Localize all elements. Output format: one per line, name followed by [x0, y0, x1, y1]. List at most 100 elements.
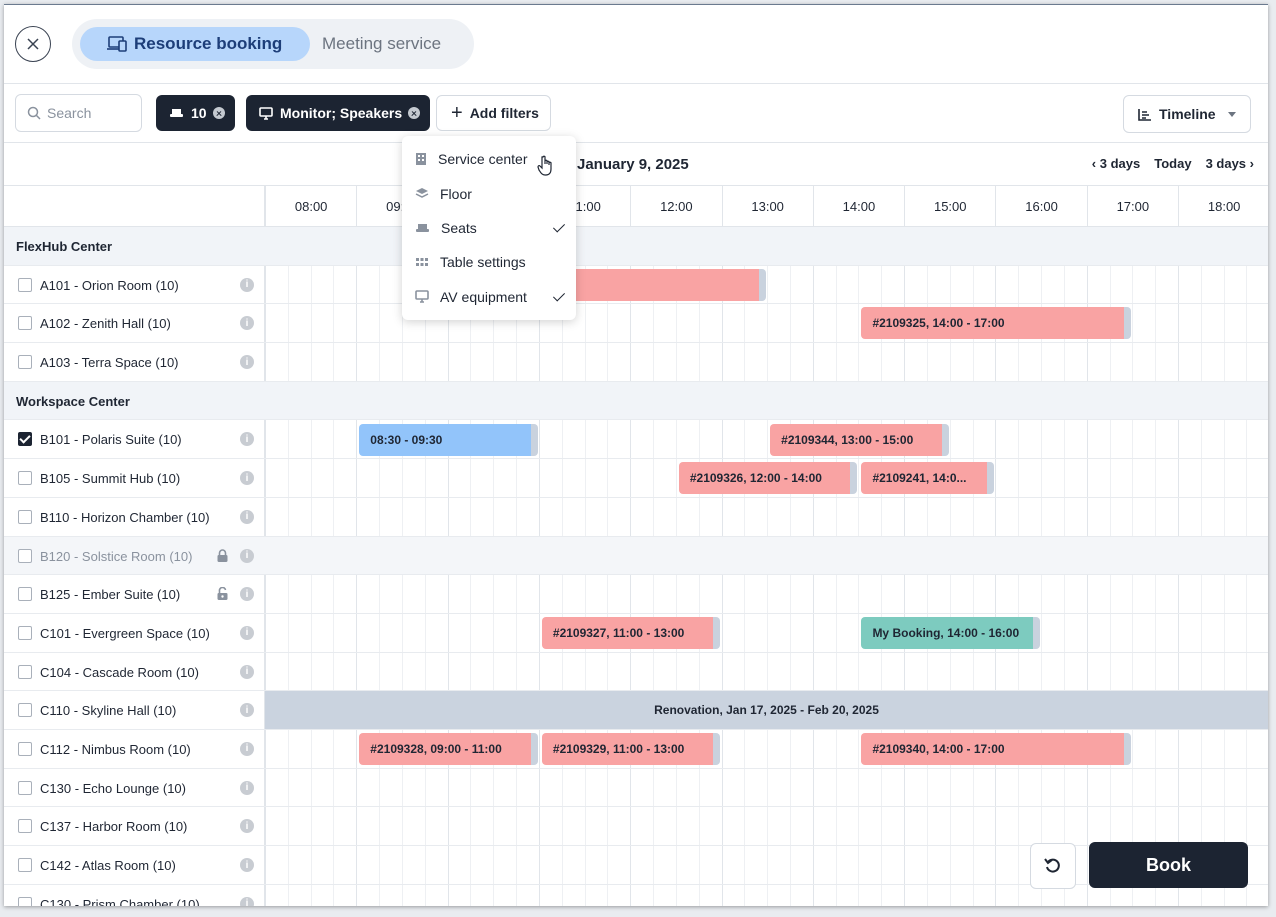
info-icon[interactable]: i	[240, 780, 254, 795]
resource-checkbox[interactable]	[18, 896, 32, 906]
resource-checkbox[interactable]	[18, 858, 32, 872]
resource-row[interactable]: C130 - Prism Chamber (10) i	[4, 885, 1268, 906]
resource-label: A101 - Orion Room (10)	[40, 277, 179, 293]
resource-checkbox[interactable]	[18, 780, 32, 795]
resource-label: C142 - Atlas Room (10)	[40, 858, 176, 873]
info-icon[interactable]: i	[240, 509, 254, 524]
booking-block[interactable]: #2109325, 14:00 - 17:00	[861, 307, 1132, 340]
booking-block[interactable]: 08:30 - 09:30	[359, 423, 538, 456]
dropdown-item-label: Seats	[441, 219, 477, 236]
info-icon[interactable]: i	[240, 471, 254, 486]
hand-cursor-icon	[537, 155, 552, 176]
resource-checkbox[interactable]	[18, 316, 32, 331]
chip-label: 10	[191, 105, 207, 121]
info-icon[interactable]: i	[240, 741, 254, 756]
booking-block[interactable]: #2109344, 13:00 - 15:00	[770, 423, 949, 456]
add-filters-button[interactable]: + Add filters	[436, 95, 551, 131]
resource-checkbox[interactable]	[18, 625, 32, 640]
resource-checkbox[interactable]	[18, 819, 32, 834]
book-button[interactable]: Book	[1089, 842, 1248, 888]
resource-row[interactable]: B110 - Horizon Chamber (10) i	[4, 498, 1268, 537]
booking-block[interactable]: #2109327, 11:00 - 13:00	[541, 617, 721, 649]
booking-block[interactable]: #2109326, 12:00 - 14:00	[678, 462, 858, 495]
current-date: January 9, 2025	[577, 156, 689, 173]
resource-checkbox[interactable]	[18, 548, 32, 563]
resource-checkbox[interactable]	[18, 741, 32, 756]
filter-chip-seats[interactable]: 10	[156, 95, 235, 131]
remove-chip-icon[interactable]	[408, 107, 421, 119]
hour-label: 14:00	[812, 186, 904, 227]
booking-block[interactable]: My Booking, 14:00 - 16:00	[861, 617, 1041, 649]
unlock-icon	[217, 587, 228, 601]
prev-range-button[interactable]: ‹ 3 days	[1092, 156, 1140, 171]
booking-block[interactable]: #2109329, 11:00 - 13:00	[541, 733, 721, 766]
resource-label: C104 - Cascade Room (10)	[40, 664, 199, 680]
dropdown-item[interactable]: Floor	[402, 176, 576, 210]
search-input[interactable]: Search	[15, 94, 142, 132]
resource-checkbox[interactable]	[18, 277, 32, 292]
next-range-button[interactable]: 3 days ›	[1206, 156, 1254, 171]
dropdown-item-label: AV equipment	[440, 288, 527, 305]
check-icon	[552, 289, 566, 302]
resource-checkbox[interactable]	[18, 509, 32, 524]
chevron-down-icon	[1227, 111, 1236, 117]
info-icon[interactable]: i	[240, 896, 254, 906]
resource-checkbox[interactable]	[18, 432, 32, 447]
lock-icon	[217, 548, 228, 562]
info-icon[interactable]: i	[240, 432, 254, 447]
tab-meeting-service[interactable]: Meeting service	[322, 27, 441, 61]
date-bar: January 9, 2025 ‹ 3 days Today 3 days ›	[4, 144, 1268, 186]
timeline-icon	[1138, 108, 1151, 121]
header: Resource booking Meeting service	[4, 5, 1268, 84]
resource-checkbox[interactable]	[18, 587, 32, 602]
info-icon[interactable]: i	[240, 355, 254, 370]
resource-row[interactable]: B125 - Ember Suite (10) i	[4, 575, 1268, 614]
info-icon[interactable]: i	[240, 664, 254, 679]
hour-label: 12:00	[630, 186, 721, 227]
resource-row[interactable]: C130 - Echo Lounge (10) i	[4, 769, 1268, 808]
tab-resource-booking[interactable]: Resource booking	[80, 27, 310, 61]
resource-row[interactable]: A103 - Terra Space (10) i	[4, 343, 1268, 382]
hour-header: 08:0009:0010:0011:0012:0013:0014:0015:00…	[4, 186, 1268, 227]
remove-chip-icon[interactable]	[212, 107, 225, 119]
resource-label: B110 - Horizon Chamber (10)	[40, 509, 210, 525]
resource-label: B105 - Summit Hub (10)	[40, 471, 181, 487]
info-icon[interactable]: i	[240, 625, 254, 640]
view-select[interactable]: Timeline	[1123, 95, 1251, 133]
filter-chip-av[interactable]: Monitor; Speakers	[246, 95, 431, 131]
resource-label: C130 - Prism Chamber (10)	[40, 896, 200, 906]
booking-block[interactable]: #2109241, 14:0...	[861, 462, 995, 495]
info-icon[interactable]: i	[240, 703, 254, 718]
resource-rows: FlexHub Center A101 - Orion Room (10) i A10…	[4, 227, 1268, 906]
info-icon[interactable]: i	[240, 858, 254, 872]
info-icon[interactable]: i	[240, 548, 254, 563]
timeline-grid: 08:0009:0010:0011:0012:0013:0014:0015:00…	[4, 186, 1268, 906]
info-icon[interactable]: i	[240, 316, 254, 331]
booking-block[interactable]: #2109328, 09:00 - 11:00	[359, 733, 538, 766]
reset-button[interactable]	[1030, 843, 1076, 889]
search-icon	[27, 106, 41, 120]
resource-checkbox[interactable]	[18, 664, 32, 679]
resource-checkbox[interactable]	[18, 471, 32, 486]
resource-row[interactable]: B120 - Solstice Room (10) i	[4, 536, 1268, 576]
info-icon[interactable]: i	[240, 587, 254, 602]
resource-row[interactable]: B105 - Summit Hub (10) i	[4, 459, 1268, 498]
booking-block[interactable]: #2109340, 14:00 - 17:00	[861, 733, 1132, 766]
today-button[interactable]: Today	[1154, 156, 1191, 171]
filter-toolbar: Search 10 Monitor; Speakers + Add filter…	[4, 85, 1268, 143]
resource-row[interactable]: C104 - Cascade Room (10) i	[4, 653, 1268, 692]
resource-row[interactable]: B101 - Polaris Suite (10) i	[4, 420, 1268, 460]
search-placeholder: Search	[47, 105, 92, 121]
dropdown-item[interactable]: Seats	[402, 211, 576, 245]
resource-row[interactable]: C137 - Harbor Room (10) i	[4, 807, 1268, 846]
resource-checkbox[interactable]	[18, 703, 32, 718]
dropdown-item[interactable]: Table settings	[402, 245, 576, 279]
next-label: 3 days	[1205, 156, 1247, 171]
resource-row[interactable]: C142 - Atlas Room (10) i	[4, 846, 1268, 885]
info-icon[interactable]: i	[240, 277, 254, 292]
resource-checkbox[interactable]	[18, 355, 32, 370]
group-header: Workspace Center	[4, 381, 1268, 421]
close-button[interactable]	[15, 26, 51, 62]
info-icon[interactable]: i	[240, 819, 254, 834]
dropdown-item[interactable]: AV equipment	[402, 280, 576, 314]
